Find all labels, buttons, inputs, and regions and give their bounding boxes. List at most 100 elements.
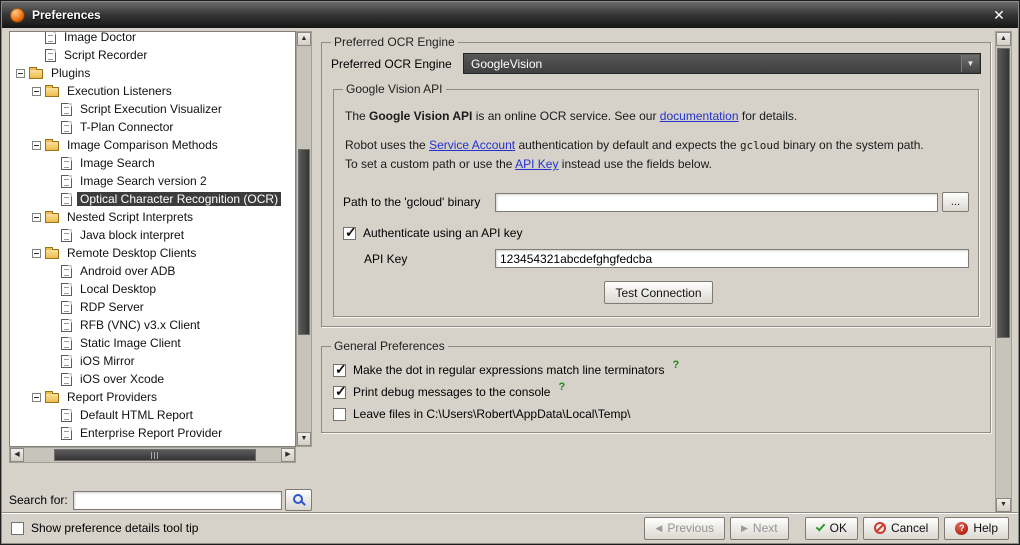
tree-horizontal-scrollbar-thumb[interactable]: [54, 449, 256, 461]
chevron-down-icon[interactable]: ▼: [961, 55, 979, 72]
tree-vertical-scrollbar[interactable]: ▲ ▼: [296, 31, 312, 447]
tree-item-nested-script-interprets[interactable]: Nested Script Interprets: [10, 208, 295, 226]
tree-item-label: Local Desktop: [77, 282, 159, 296]
gcloud-path-input[interactable]: [495, 193, 938, 212]
ocr-engine-dropdown[interactable]: GoogleVision ▼: [463, 53, 981, 74]
service-account-link[interactable]: Service Account: [429, 138, 515, 152]
tree-item-label: Plugins: [48, 66, 93, 80]
collapse-icon[interactable]: [32, 249, 41, 258]
help-marker[interactable]: ?: [672, 359, 679, 371]
next-icon: ▶: [741, 523, 748, 534]
tree-item-ios-over-xcode[interactable]: iOS over Xcode: [10, 370, 295, 388]
tree-viewport: Image Doctor Script Recorder Plugins Exe…: [9, 31, 296, 447]
tree-item-image-comparison-methods[interactable]: Image Comparison Methods: [10, 136, 295, 154]
leave-temp-files-row: Leave files in C:\Users\Robert\AppData\L…: [333, 407, 981, 421]
tree-item-static-image-client[interactable]: Static Image Client: [10, 334, 295, 352]
tree-item-rfb-vnc-client[interactable]: RFB (VNC) v3.x Client: [10, 316, 295, 334]
tree-item-label: Static Image Client: [77, 336, 184, 350]
tree-item-report-providers[interactable]: Report Providers: [10, 388, 295, 406]
previous-button[interactable]: ◀ Previous: [644, 517, 725, 540]
help-marker[interactable]: ?: [558, 381, 565, 393]
tree-horizontal-scrollbar[interactable]: ◀ ▶: [9, 447, 296, 463]
test-connection-row: Test Connection: [343, 281, 969, 304]
search-button[interactable]: [285, 489, 312, 511]
tree-item-plugins[interactable]: Plugins: [10, 64, 295, 82]
scroll-down-icon[interactable]: ▼: [297, 432, 311, 446]
collapse-icon[interactable]: [32, 213, 41, 222]
tree-item-t-plan-connector[interactable]: T-Plan Connector: [10, 118, 295, 136]
tree-item-default-html-report[interactable]: Default HTML Report: [10, 406, 295, 424]
regex-dot-checkbox[interactable]: ✓: [333, 364, 346, 377]
scroll-left-icon[interactable]: ◀: [10, 448, 24, 462]
tree-item-script-execution-visualizer[interactable]: Script Execution Visualizer: [10, 100, 295, 118]
check-icon: ✓: [335, 361, 347, 378]
text-segment: is an online OCR service. See our: [472, 109, 659, 123]
tree-item-java-block-interpret[interactable]: Java block interpret: [10, 226, 295, 244]
ok-button[interactable]: OK: [805, 517, 858, 540]
folder-icon: [45, 213, 59, 223]
authenticate-api-key-checkbox[interactable]: ✓: [343, 227, 356, 240]
debug-messages-label: Print debug messages to the console: [353, 385, 550, 399]
browse-button[interactable]: ...: [942, 192, 969, 212]
documentation-link[interactable]: documentation: [660, 109, 739, 123]
tree-item-script-recorder[interactable]: Script Recorder: [10, 46, 295, 64]
scroll-up-icon[interactable]: ▲: [996, 32, 1011, 46]
leave-temp-files-checkbox[interactable]: [333, 408, 346, 421]
tree-item-label: iOS Mirror: [77, 354, 138, 368]
tree-item-image-doctor[interactable]: Image Doctor: [10, 31, 295, 46]
api-key-input[interactable]: [495, 249, 969, 268]
collapse-icon[interactable]: [16, 69, 25, 78]
authenticate-api-key-row: ✓ Authenticate using an API key: [343, 226, 969, 240]
tree-item-android-over-adb[interactable]: Android over ADB: [10, 262, 295, 280]
tree-item-image-search-version-2[interactable]: Image Search version 2: [10, 172, 295, 190]
document-icon: [61, 301, 72, 314]
help-button[interactable]: ? Help: [944, 517, 1009, 540]
tree-item-label: RFB (VNC) v3.x Client: [77, 318, 203, 332]
settings-vertical-scrollbar[interactable]: ▲ ▼: [995, 31, 1012, 513]
test-connection-button[interactable]: Test Connection: [604, 281, 712, 304]
ocr-engine-row: Preferred OCR Engine GoogleVision ▼: [331, 53, 981, 74]
debug-messages-checkbox[interactable]: ✓: [333, 386, 346, 399]
collapse-icon[interactable]: [32, 141, 41, 150]
search-input[interactable]: [73, 491, 282, 510]
tree-item-ios-mirror[interactable]: iOS Mirror: [10, 352, 295, 370]
tree-item-remote-desktop-clients[interactable]: Remote Desktop Clients: [10, 244, 295, 262]
tree-item-label: Script Recorder: [61, 48, 150, 62]
tree-item-local-desktop[interactable]: Local Desktop: [10, 280, 295, 298]
show-details-tooltip-checkbox[interactable]: [11, 522, 24, 535]
ocr-engine-selected-value: GoogleVision: [471, 57, 542, 71]
tree-item-label: RDP Server: [77, 300, 147, 314]
search-icon: [293, 494, 303, 504]
scroll-down-icon[interactable]: ▼: [996, 498, 1011, 512]
group-legend: Preferred OCR Engine: [331, 35, 458, 49]
api-key-link[interactable]: API Key: [515, 157, 558, 171]
document-icon: [61, 427, 72, 440]
document-icon: [61, 373, 72, 386]
document-icon: [45, 31, 56, 44]
next-button[interactable]: ▶ Next: [730, 517, 789, 540]
title-bar[interactable]: Preferences ✕: [2, 2, 1018, 28]
document-icon: [61, 265, 72, 278]
cancel-button[interactable]: Cancel: [863, 517, 939, 540]
cancel-label: Cancel: [891, 521, 928, 535]
tree-item-label: Remote Desktop Clients: [64, 246, 199, 260]
tree-item-rdp-server[interactable]: RDP Server: [10, 298, 295, 316]
document-icon: [61, 409, 72, 422]
tree-item-image-search[interactable]: Image Search: [10, 154, 295, 172]
scroll-right-icon[interactable]: ▶: [281, 448, 295, 462]
collapse-icon[interactable]: [32, 87, 41, 96]
collapse-icon[interactable]: [32, 393, 41, 402]
tree-item-enterprise-report-provider[interactable]: Enterprise Report Provider: [10, 424, 295, 442]
tree-item-optical-character-recognition[interactable]: Optical Character Recognition (OCR): [10, 190, 295, 208]
tree-vertical-scrollbar-thumb[interactable]: [298, 149, 310, 335]
scroll-up-icon[interactable]: ▲: [297, 32, 311, 46]
close-icon[interactable]: ✕: [988, 7, 1010, 24]
tree-item-label: Script Execution Visualizer: [77, 102, 225, 116]
text-segment: instead use the fields below.: [558, 157, 711, 171]
gcloud-path-row: Path to the 'gcloud' binary ...: [343, 192, 969, 212]
preferences-tree-panel: Image Doctor Script Recorder Plugins Exe…: [9, 31, 312, 463]
preferences-dialog: Preferences ✕ Image Doctor Script Record…: [0, 0, 1020, 545]
tree-item-execution-listeners[interactable]: Execution Listeners: [10, 82, 295, 100]
settings-vertical-scrollbar-thumb[interactable]: [997, 48, 1010, 338]
tree-item-label: Image Doctor: [61, 31, 139, 44]
